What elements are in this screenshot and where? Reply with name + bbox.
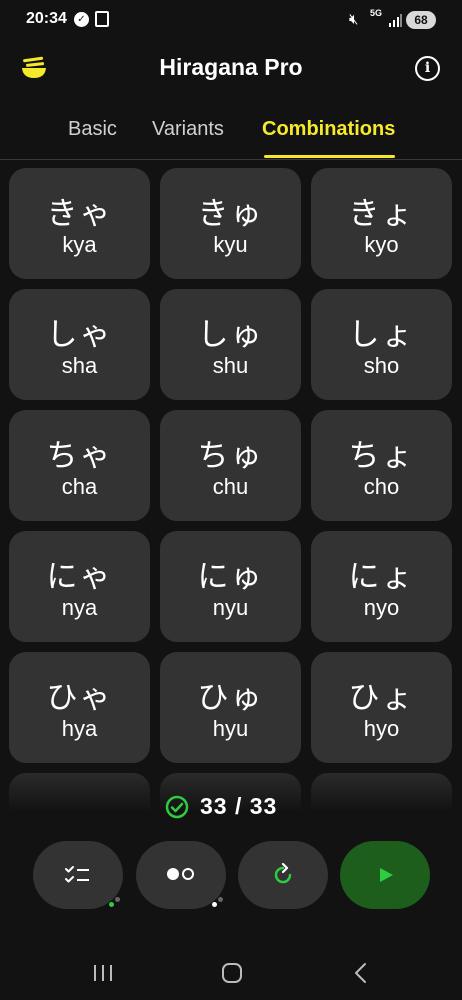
kana-card[interactable]: しゃ sha [9, 289, 150, 400]
refresh-icon [274, 863, 292, 884]
kana-grid: きゃ kya きゅ kyu きょ kyo しゃ sha しゅ shu しょ sho ちゃ ch… [0, 160, 462, 810]
progress-text: 33 / 33 [200, 793, 278, 819]
tab-bar: Basic Variants Combinations [0, 98, 462, 160]
app-bar: Hiragana Pro i [0, 40, 462, 98]
reset-button[interactable] [238, 841, 328, 909]
kana-card[interactable]: ちゅ chu [160, 410, 301, 521]
romaji-text: hyo [363, 716, 400, 741]
kana-text: ひゅ [197, 680, 264, 716]
kana-text: ひゃ [46, 680, 113, 716]
romaji-text: nya [61, 595, 98, 620]
romaji-text: sha [61, 353, 98, 378]
kana-card[interactable]: きょ kyo [311, 168, 452, 279]
kana-text: ちょ [348, 438, 415, 474]
kana-text: ちゃ [46, 438, 113, 474]
status-dot [218, 897, 223, 902]
kana-text: しゅ [197, 317, 264, 353]
back-icon[interactable] [348, 961, 374, 985]
kana-text: ひょ [348, 680, 415, 716]
romaji-text: hya [61, 716, 98, 741]
romaji-text: kya [62, 232, 97, 257]
play-button[interactable] [340, 841, 430, 909]
kana-card[interactable]: ちゃ cha [9, 410, 150, 521]
kana-card[interactable]: ちょ cho [311, 410, 452, 521]
kana-text: にょ [348, 559, 415, 595]
check-circle-icon: ✓ [74, 12, 89, 27]
progress-indicator: 33 / 33 [0, 790, 462, 824]
kana-card[interactable]: にゃ nya [9, 531, 150, 642]
tab-indicator [264, 155, 395, 158]
tab-basic[interactable]: Basic [68, 118, 117, 141]
kana-text: ちゅ [197, 438, 264, 474]
app-title: Hiragana Pro [159, 54, 303, 80]
kana-card[interactable]: にゅ nyu [160, 531, 301, 642]
romaji-text: kyu [213, 232, 248, 257]
kana-text: しょ [348, 317, 415, 353]
kana-card[interactable]: しょ sho [311, 289, 452, 400]
status-dot [212, 902, 217, 907]
kana-card[interactable]: きゃ kya [9, 168, 150, 279]
kana-text: しゃ [46, 317, 113, 353]
romaji-text: cha [61, 474, 98, 499]
network-type: 5G [370, 8, 383, 18]
kana-card[interactable]: きゅ kyu [160, 168, 301, 279]
romaji-text: shu [212, 353, 249, 378]
status-dot [115, 897, 120, 902]
kana-text: きゃ [46, 196, 113, 232]
kana-card[interactable]: ひゃ hya [9, 652, 150, 763]
toggle-dots-icon [167, 868, 194, 880]
info-icon[interactable]: i [415, 56, 440, 81]
romaji-text: sho [363, 353, 400, 378]
romaji-text: hyu [212, 716, 249, 741]
mode-toggle-button[interactable] [136, 841, 226, 909]
status-bar: 20:34 ✓ 🔇︎ 5G 68 [0, 0, 462, 40]
romaji-text: nyo [363, 595, 400, 620]
checklist-icon [65, 866, 89, 883]
status-dot [109, 902, 114, 907]
romaji-text: kyo [364, 232, 399, 257]
check-circle-icon [165, 795, 189, 819]
kana-card[interactable]: しゅ shu [160, 289, 301, 400]
mute-icon: 🔇︎ [349, 10, 359, 28]
tab-combinations[interactable]: Combinations [262, 118, 395, 141]
system-nav-bar [0, 945, 462, 1000]
play-icon [380, 868, 393, 882]
recent-apps-icon[interactable] [90, 961, 116, 985]
clipboard-icon [95, 11, 109, 27]
kana-text: にゅ [197, 559, 264, 595]
status-time: 20:34 [26, 10, 67, 27]
romaji-text: chu [212, 474, 249, 499]
signal-icon [389, 14, 402, 27]
kana-text: にゃ [46, 559, 113, 595]
romaji-text: nyu [212, 595, 249, 620]
kana-text: きょ [348, 196, 415, 232]
romaji-text: cho [363, 474, 400, 499]
home-icon[interactable] [219, 961, 245, 985]
kana-card[interactable]: ひょ hyo [311, 652, 452, 763]
battery-indicator: 68 [406, 11, 436, 29]
kana-card[interactable]: にょ nyo [311, 531, 452, 642]
checklist-button[interactable] [33, 841, 123, 909]
tab-variants[interactable]: Variants [152, 118, 224, 141]
kana-text: きゅ [197, 196, 264, 232]
kana-card[interactable]: ひゅ hyu [160, 652, 301, 763]
